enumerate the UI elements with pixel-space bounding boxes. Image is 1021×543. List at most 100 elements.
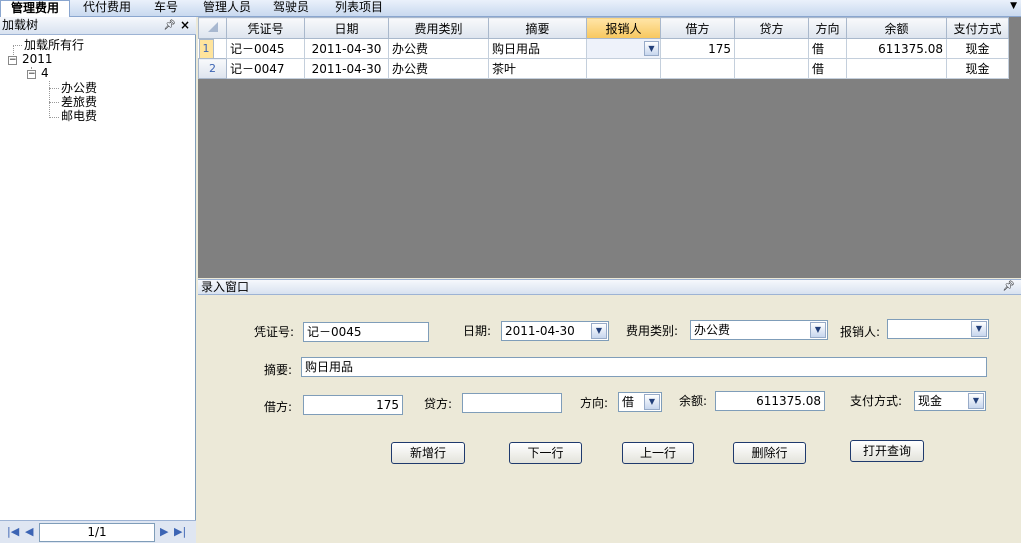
payment-label: 支付方式:	[850, 394, 903, 408]
first-page-icon[interactable]: |◀	[7, 525, 19, 539]
column-header[interactable]: 支付方式	[946, 17, 1009, 39]
table-row[interactable]: 2 记－0047 2011-04-30 办公费 茶叶 借 现金	[198, 58, 1009, 79]
cell-date[interactable]: 2011-04-30	[304, 58, 389, 79]
new-row-button[interactable]: 新增行	[391, 442, 465, 464]
cell-credit[interactable]	[734, 58, 809, 79]
credit-input[interactable]	[462, 393, 562, 413]
cell-summary[interactable]: 茶叶	[488, 58, 587, 79]
chevron-down-icon[interactable]: ▼	[644, 41, 659, 56]
data-grid: 凭证号 日期 费用类别 摘要 报销人 借方 贷方 方向 余额 支付方式 1 记－…	[198, 17, 1009, 79]
cell-direction[interactable]: 借	[808, 58, 847, 79]
delete-row-button[interactable]: 删除行	[733, 442, 806, 464]
cell-debit[interactable]: 175	[660, 38, 735, 59]
tab-agent-fee[interactable]: 代付费用	[76, 0, 138, 17]
tree-item-office-fee[interactable]: 办公费	[61, 81, 97, 95]
tab-drivers[interactable]: 驾驶员	[266, 0, 316, 17]
balance-input[interactable]: 611375.08	[715, 391, 825, 411]
cell-summary[interactable]: 购日用品	[488, 38, 587, 59]
row-number[interactable]: 1	[198, 39, 214, 59]
debit-label: 借方:	[264, 400, 293, 414]
cell-date[interactable]: 2011-04-30	[304, 38, 389, 59]
prev-row-button[interactable]: 上一行	[622, 442, 694, 464]
tree-panel-header: 加载树 📌︎ ×	[0, 17, 196, 35]
row-number[interactable]: 2	[198, 58, 227, 79]
tab-managers[interactable]: 管理人员	[196, 0, 258, 17]
tree-connector	[13, 45, 22, 46]
grid-corner[interactable]	[198, 17, 227, 39]
pin-icon[interactable]: 📌︎	[163, 18, 176, 33]
summary-label: 摘要:	[264, 363, 293, 377]
cell-voucher[interactable]: 记－0047	[226, 58, 305, 79]
column-header-highlighted[interactable]: 报销人	[586, 17, 661, 39]
chevron-down-icon[interactable]: ▼	[644, 394, 660, 410]
tab-list-items[interactable]: 列表项目	[328, 0, 390, 17]
tree-item-postal-fee[interactable]: 邮电费	[61, 109, 97, 123]
debit-input[interactable]: 175	[303, 395, 403, 415]
tab-management-fee[interactable]: 管理费用	[0, 0, 70, 17]
direction-label: 方向:	[580, 396, 609, 410]
balance-label: 余额:	[679, 394, 708, 408]
next-row-button[interactable]: 下一行	[509, 442, 582, 464]
column-header[interactable]: 费用类别	[388, 17, 489, 39]
pin-icon[interactable]: 📌︎	[1002, 280, 1015, 294]
page-indicator[interactable]: 1/1	[39, 523, 155, 542]
cell-debit[interactable]	[660, 58, 735, 79]
tree-item-load-all[interactable]: 加载所有行	[24, 38, 84, 52]
cell-reimburser[interactable]	[586, 58, 661, 79]
cell-direction[interactable]: 借	[808, 38, 847, 59]
tree-connector	[49, 102, 59, 103]
chevron-down-icon[interactable]: ▼	[971, 321, 987, 337]
tree-item-month[interactable]: 4	[41, 66, 49, 80]
next-page-icon[interactable]: ▶	[160, 525, 168, 539]
date-value: 2011-04-30	[505, 324, 575, 338]
table-row[interactable]: 1 记－0045 2011-04-30 办公费 购日用品 ▼ 175 借 611…	[198, 38, 1009, 59]
cell-voucher[interactable]: 记－0045	[226, 38, 305, 59]
chevron-down-icon[interactable]: ▼	[591, 323, 607, 339]
payment-value: 现金	[918, 394, 943, 408]
column-header[interactable]: 借方	[660, 17, 735, 39]
tab-vehicle-number[interactable]: 车号	[148, 0, 184, 17]
cell-balance[interactable]: 611375.08	[846, 38, 947, 59]
cell-payment[interactable]: 现金	[946, 38, 1009, 59]
chevron-down-icon[interactable]: ▼	[810, 322, 826, 338]
cell-category[interactable]: 办公费	[388, 58, 489, 79]
top-tab-bar: 管理费用 代付费用 车号 管理人员 驾驶员 列表项目 ▼	[0, 0, 1021, 17]
column-header[interactable]: 贷方	[734, 17, 809, 39]
date-picker[interactable]: 2011-04-30 ▼	[501, 321, 609, 341]
cell-balance[interactable]	[846, 58, 947, 79]
left-tree-panel: 加载树 📌︎ × 加载所有行 − 2011 − 4 办公费 差旅费 邮电费 |◀…	[0, 17, 196, 543]
direction-select[interactable]: 借 ▼	[618, 392, 662, 412]
close-icon[interactable]: ×	[180, 18, 190, 33]
summary-input[interactable]: 购日用品	[301, 357, 987, 377]
column-header[interactable]: 凭证号	[226, 17, 305, 39]
reimburser-select[interactable]: ▼	[887, 319, 989, 339]
cell-category[interactable]: 办公费	[388, 38, 489, 59]
category-select[interactable]: 办公费 ▼	[690, 320, 828, 340]
category-label: 费用类别:	[626, 324, 679, 338]
tree-collapse-icon[interactable]: −	[27, 70, 36, 79]
voucher-input[interactable]: 记－0045	[303, 322, 429, 342]
entry-form: 凭证号: 记－0045 日期: 2011-04-30 ▼ 费用类别: 办公费 ▼ 报…	[198, 296, 1021, 543]
tree-panel-title: 加载树	[2, 18, 39, 32]
entry-window-title: 录入窗口	[201, 280, 250, 294]
cell-reimburser-dropdown[interactable]: ▼	[586, 38, 661, 59]
chevron-down-icon[interactable]: ▼	[968, 393, 984, 409]
tree-collapse-icon[interactable]: −	[8, 56, 17, 65]
column-header[interactable]: 日期	[304, 17, 389, 39]
prev-page-icon[interactable]: ◀	[25, 525, 33, 539]
column-header[interactable]: 余额	[846, 17, 947, 39]
tree-connector	[49, 88, 59, 89]
column-header[interactable]: 方向	[808, 17, 847, 39]
tab-dropdown-arrow-icon[interactable]: ▼	[1010, 1, 1017, 11]
last-page-icon[interactable]: ▶|	[174, 525, 186, 539]
column-header[interactable]: 摘要	[488, 17, 587, 39]
reimburser-label: 报销人:	[840, 325, 881, 339]
tree-item-year[interactable]: 2011	[22, 52, 53, 66]
open-query-button[interactable]: 打开查询	[850, 440, 924, 462]
cell-credit[interactable]	[734, 38, 809, 59]
cell-payment[interactable]: 现金	[946, 58, 1009, 79]
date-label: 日期:	[463, 324, 492, 338]
entry-window-header: 录入窗口 📌︎	[198, 279, 1021, 295]
payment-select[interactable]: 现金 ▼	[914, 391, 986, 411]
tree-item-travel-fee[interactable]: 差旅费	[61, 95, 97, 109]
